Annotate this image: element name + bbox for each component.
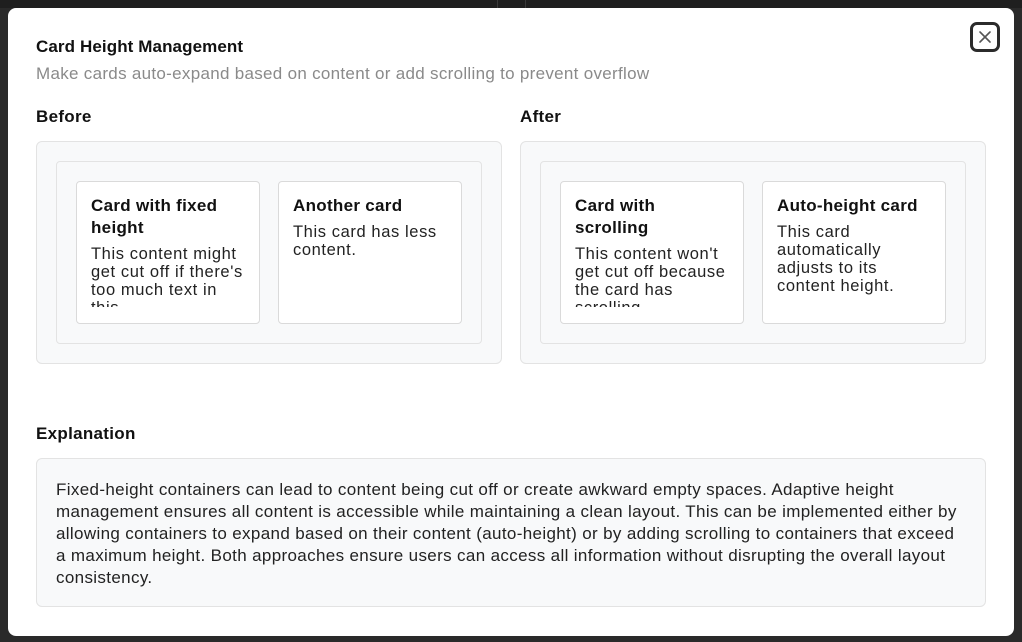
another-card: Another card This card has less content. — [278, 181, 462, 324]
explanation-heading: Explanation — [36, 424, 136, 443]
after-container: Card with scrolling This content won't g… — [540, 161, 966, 344]
dialog-title: Card Height Management — [36, 37, 244, 56]
after-heading: After — [520, 107, 562, 126]
backdrop-divider — [497, 0, 498, 8]
card-body: This content might get cut off if there'… — [91, 245, 243, 307]
before-panel: Card with fixed height This content migh… — [36, 141, 502, 364]
card-title: Auto-height card — [777, 196, 918, 215]
card-height-dialog: Card Height Management Make cards auto-e… — [8, 8, 1014, 636]
backdrop-divider — [525, 0, 526, 8]
card-body: This card has less content. — [293, 223, 437, 259]
card-title: Another card — [293, 196, 403, 215]
before-heading: Before — [36, 107, 92, 126]
before-container: Card with fixed height This content migh… — [56, 161, 482, 344]
auto-height-card: Auto-height card This card automatically… — [762, 181, 946, 324]
card-body: This card automatically adjusts to its c… — [777, 223, 895, 295]
card-title: Card with scrolling — [575, 196, 656, 237]
backdrop — [0, 0, 1022, 8]
dialog-subtitle: Make cards auto-expand based on content … — [36, 64, 650, 83]
close-button[interactable] — [970, 22, 1000, 52]
fixed-height-card: Card with fixed height This content migh… — [76, 181, 260, 324]
scrolling-card[interactable]: Card with scrolling This content won't g… — [560, 181, 744, 324]
explanation-box: Fixed-height containers can lead to cont… — [36, 458, 986, 607]
card-body: This content won't get cut off because t… — [575, 245, 726, 307]
explanation-text: Fixed-height containers can lead to cont… — [56, 480, 957, 587]
card-title: Card with fixed height — [91, 196, 218, 237]
after-panel: Card with scrolling This content won't g… — [520, 141, 986, 364]
close-icon — [979, 31, 991, 43]
